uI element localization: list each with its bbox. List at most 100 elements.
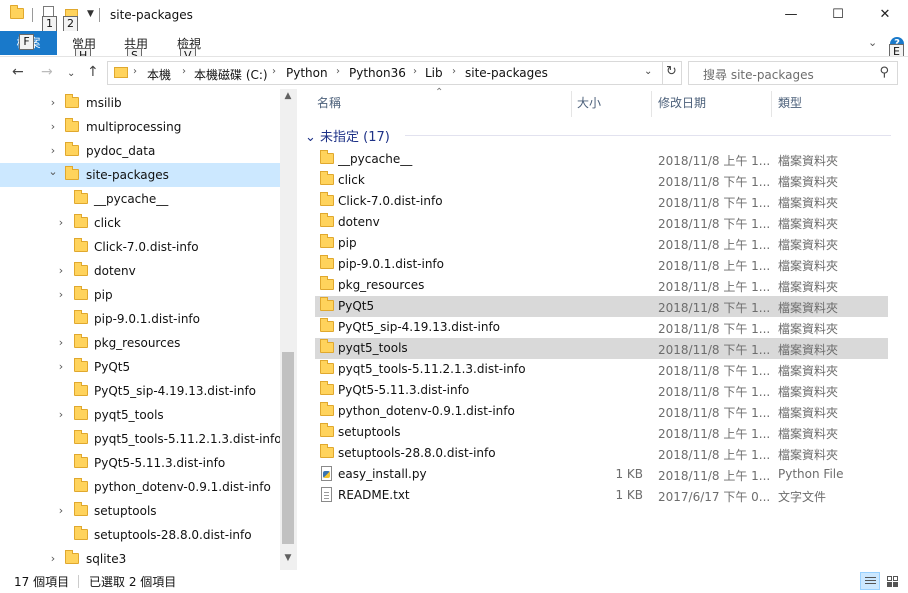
tree-item[interactable]: PyQt5_sip-4.19.13.dist-info xyxy=(0,379,280,403)
file-row[interactable]: README.txt 1 KB 2017/6/17 下午 0... 文字文件 xyxy=(315,485,888,506)
chevron-right-icon[interactable]: › xyxy=(56,288,66,301)
column-header-size[interactable]: 大小 xyxy=(577,89,601,117)
tree-item[interactable]: › multiprocessing xyxy=(0,115,280,139)
breadcrumb-local-disk[interactable]: 本機磁碟 (C:) xyxy=(194,66,268,83)
back-arrow-icon[interactable]: ← xyxy=(12,64,24,80)
file-type: 檔案資料夾 xyxy=(778,217,839,231)
file-type: 檔案資料夾 xyxy=(778,238,839,252)
tree-item[interactable]: › setuptools xyxy=(0,499,280,523)
file-row[interactable]: PyQt5-5.11.3.dist-info 2018/11/8 下午 1... 檔… xyxy=(315,380,888,401)
tree-item[interactable]: › PyQt5 xyxy=(0,355,280,379)
column-header-date[interactable]: 修改日期 xyxy=(658,89,706,117)
file-row[interactable]: click 2018/11/8 下午 1... 檔案資料夾 xyxy=(315,170,888,191)
breadcrumb-site-packages[interactable]: site-packages xyxy=(465,66,548,80)
tree-item[interactable]: pip-9.0.1.dist-info xyxy=(0,307,280,331)
chevron-right-icon[interactable]: › xyxy=(56,360,66,373)
chevron-right-icon[interactable]: › xyxy=(56,504,66,517)
tree-item[interactable]: › pyqt5_tools xyxy=(0,403,280,427)
search-input[interactable]: 搜尋 site-packages xyxy=(703,66,814,83)
address-bar[interactable]: › 本機 › 本機磁碟 (C:) › Python › Python36 › L… xyxy=(107,61,682,85)
file-row[interactable]: Click-7.0.dist-info 2018/11/8 下午 1... 檔案資料… xyxy=(315,191,888,212)
search-box[interactable]: 搜尋 site-packages ⚲ xyxy=(688,61,898,85)
chevron-right-icon[interactable]: › xyxy=(48,96,58,109)
column-separator[interactable] xyxy=(651,91,652,117)
refresh-icon[interactable]: ↻ xyxy=(666,64,677,79)
tree-item-label: PyQt5-5.11.3.dist-info xyxy=(94,456,226,470)
file-row[interactable]: dotenv 2018/11/8 下午 1... 檔案資料夾 xyxy=(315,212,888,233)
column-separator[interactable] xyxy=(771,91,772,117)
chevron-right-icon[interactable]: › xyxy=(452,66,456,77)
chevron-down-icon[interactable]: ⌄ xyxy=(644,66,652,77)
file-row[interactable]: PyQt5_sip-4.19.13.dist-info 2018/11/8 下午 … xyxy=(315,317,888,338)
maximize-button[interactable]: ☐ xyxy=(815,0,861,31)
chevron-down-icon[interactable]: ⌄ xyxy=(305,130,316,145)
file-date: 2018/11/8 下午 1... xyxy=(658,385,770,399)
details-view-button[interactable] xyxy=(860,572,880,590)
file-row[interactable]: python_dotenv-0.9.1.dist-info 2018/11/8 下… xyxy=(315,401,888,422)
tree-item[interactable]: __pycache__ xyxy=(0,187,280,211)
large-icons-view-icon xyxy=(887,576,892,581)
chevron-right-icon[interactable]: › xyxy=(56,264,66,277)
large-icons-view-button[interactable] xyxy=(882,572,902,590)
file-row[interactable]: pip 2018/11/8 上午 1... 檔案資料夾 xyxy=(315,233,888,254)
scroll-up-icon[interactable]: ▲ xyxy=(280,91,296,101)
file-row[interactable]: __pycache__ 2018/11/8 上午 1... 檔案資料夾 xyxy=(315,149,888,170)
chevron-down-icon[interactable]: ⌄ xyxy=(48,165,58,178)
tree-item[interactable]: › pkg_resources xyxy=(0,331,280,355)
breadcrumb-this-pc[interactable]: 本機 xyxy=(147,66,171,83)
breadcrumb-lib[interactable]: Lib xyxy=(425,66,443,80)
recent-locations-icon[interactable]: ⌄ xyxy=(67,66,75,82)
tree-item[interactable]: › pydoc_data xyxy=(0,139,280,163)
chevron-right-icon[interactable]: › xyxy=(56,336,66,349)
tree-item[interactable]: › msilib xyxy=(0,91,280,115)
chevron-right-icon[interactable]: › xyxy=(56,216,66,229)
column-header-name[interactable]: 名稱 xyxy=(317,89,341,117)
forward-arrow-icon[interactable]: → xyxy=(41,64,53,80)
scroll-down-icon[interactable]: ▼ xyxy=(280,553,296,563)
file-row[interactable]: easy_install.py 1 KB 2018/11/8 上午 1... Pyth… xyxy=(315,464,888,485)
tree-item[interactable]: › click xyxy=(0,211,280,235)
tree-item[interactable]: python_dotenv-0.9.1.dist-info xyxy=(0,475,280,499)
close-button[interactable]: ✕ xyxy=(862,0,908,31)
tree-item[interactable]: ⌄ site-packages xyxy=(0,163,280,187)
tree-item[interactable]: pyqt5_tools-5.11.2.1.3.dist-info xyxy=(0,427,282,451)
expand-ribbon-icon[interactable]: ⌄ xyxy=(868,36,877,49)
file-name: click xyxy=(338,173,365,187)
tree-scrollbar[interactable]: ▲ ▼ xyxy=(280,89,296,570)
up-arrow-icon[interactable]: ↑ xyxy=(87,64,99,80)
file-row[interactable]: pyqt5_tools-5.11.2.1.3.dist-info 2018/11/… xyxy=(315,359,888,380)
file-row[interactable]: setuptools 2018/11/8 上午 1... 檔案資料夾 xyxy=(315,422,888,443)
file-row[interactable]: pkg_resources 2018/11/8 上午 1... 檔案資料夾 xyxy=(315,275,888,296)
chevron-right-icon[interactable]: › xyxy=(272,66,276,77)
tree-item[interactable]: › sqlite3 xyxy=(0,547,280,570)
tree-item[interactable]: setuptools-28.8.0.dist-info xyxy=(0,523,280,547)
tree-item[interactable]: Click-7.0.dist-info xyxy=(0,235,280,259)
tree-item[interactable]: PyQt5-5.11.3.dist-info xyxy=(0,451,280,475)
chevron-right-icon[interactable]: › xyxy=(133,66,137,77)
breadcrumb-python36[interactable]: Python36 xyxy=(349,66,406,80)
folder-icon[interactable] xyxy=(10,5,24,19)
customize-qat-icon[interactable]: ▼ xyxy=(87,9,94,19)
file-row[interactable]: pip-9.0.1.dist-info 2018/11/8 上午 1... 檔案資料… xyxy=(315,254,888,275)
file-row[interactable]: PyQt5 2018/11/8 下午 1... 檔案資料夾 xyxy=(315,296,888,317)
chevron-right-icon[interactable]: › xyxy=(336,66,340,77)
column-separator[interactable] xyxy=(571,91,572,117)
column-header-type[interactable]: 類型 xyxy=(778,89,802,117)
breadcrumb-python[interactable]: Python xyxy=(286,66,328,80)
minimize-button[interactable]: — xyxy=(768,0,814,31)
file-row[interactable]: pyqt5_tools 2018/11/8 下午 1... 檔案資料夾 xyxy=(315,338,888,359)
scrollbar-thumb[interactable] xyxy=(282,352,294,544)
group-header[interactable]: ⌄ 未指定 (17) xyxy=(305,126,390,145)
folder-icon xyxy=(65,550,79,564)
file-row[interactable]: setuptools-28.8.0.dist-info 2018/11/8 上午 … xyxy=(315,443,888,464)
tree-item-label: __pycache__ xyxy=(94,192,169,206)
chevron-right-icon[interactable]: › xyxy=(48,120,58,133)
chevron-right-icon[interactable]: › xyxy=(48,552,58,565)
search-icon[interactable]: ⚲ xyxy=(879,65,889,80)
tree-item[interactable]: › dotenv xyxy=(0,259,280,283)
chevron-right-icon[interactable]: › xyxy=(182,66,186,77)
chevron-right-icon[interactable]: › xyxy=(413,66,417,77)
chevron-right-icon[interactable]: › xyxy=(56,408,66,421)
tree-item[interactable]: › pip xyxy=(0,283,280,307)
chevron-right-icon[interactable]: › xyxy=(48,144,58,157)
